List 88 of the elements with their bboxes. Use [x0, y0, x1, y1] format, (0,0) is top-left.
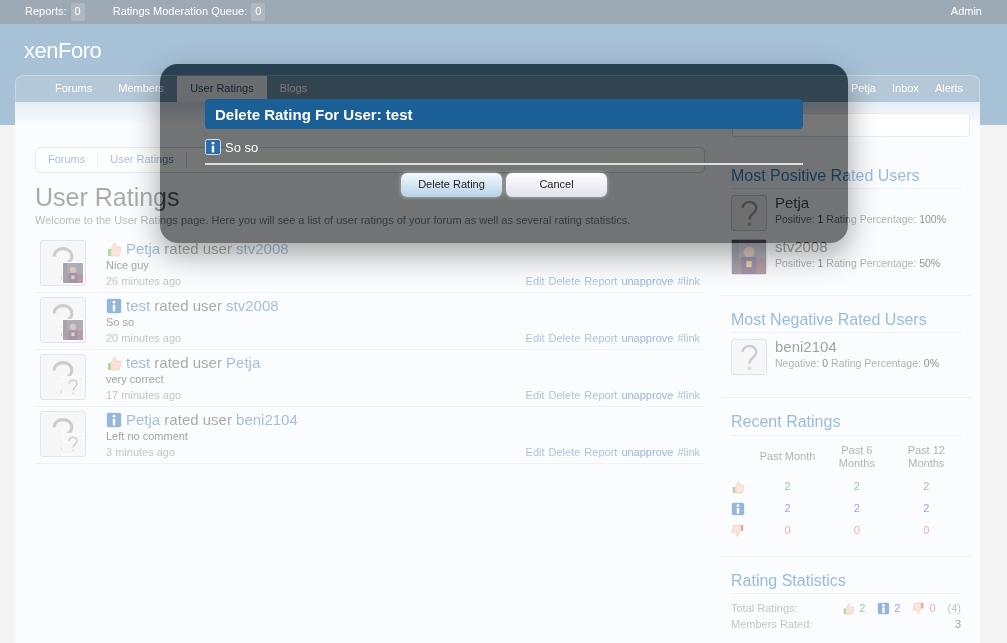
- reports-count: 0: [70, 3, 85, 21]
- moderation-queue-label[interactable]: Ratings Moderation Queue:: [112, 4, 248, 20]
- table-cell: 2: [923, 502, 930, 515]
- action-link[interactable]: unapprove: [621, 444, 674, 461]
- avatar[interactable]: [40, 297, 86, 344]
- avatar-placeholder-icon: [52, 302, 74, 338]
- user-link[interactable]: test: [126, 297, 151, 315]
- stat-value: (4): [947, 601, 961, 617]
- logo-text[interactable]: xenForo: [24, 38, 102, 63]
- nav-tab[interactable]: Blogs: [266, 76, 321, 102]
- action-link[interactable]: Delete: [548, 273, 581, 290]
- avatar[interactable]: [40, 240, 86, 287]
- table-cell: 0: [923, 524, 930, 537]
- user-link[interactable]: stv2008: [226, 297, 279, 315]
- table-cell: 0: [853, 524, 860, 537]
- dialog-title: Delete Rating For User: test: [205, 99, 803, 129]
- stat-value: 0: [929, 601, 936, 617]
- avatar[interactable]: [40, 411, 86, 458]
- user-stats: Positive: 1 Rating Percentage: 50%: [775, 255, 941, 271]
- table-cell: 2: [853, 502, 860, 515]
- section-title: Recent Ratings: [731, 412, 961, 436]
- avatar[interactable]: [40, 354, 86, 401]
- action-link[interactable]: unapprove: [621, 387, 674, 404]
- user-stats: Negative: 0 Rating Percentage: 0%: [775, 355, 940, 371]
- action-link[interactable]: Report: [584, 330, 618, 347]
- action-link[interactable]: Delete: [548, 444, 581, 461]
- user-link[interactable]: beni2104: [236, 411, 298, 429]
- column-header: Past 6 Months: [838, 443, 875, 469]
- rating-comment: Nice guy: [106, 258, 150, 274]
- rating-comment: very correct: [106, 372, 165, 388]
- rating-title: test rated user stv2008: [126, 297, 279, 316]
- rating-comment: Left no comment: [106, 429, 189, 445]
- action-link[interactable]: Edit: [525, 330, 545, 347]
- section-title: Rating Statistics: [731, 570, 961, 595]
- rating-title: test rated user Petja: [126, 354, 261, 373]
- cancel-button[interactable]: Cancel: [506, 173, 607, 197]
- section-title: Most Negative Rated Users: [731, 310, 961, 334]
- action-link[interactable]: #link: [677, 330, 700, 347]
- section-title: Most Positive Rated Users: [731, 166, 961, 190]
- dialog-message: So so: [225, 139, 259, 157]
- user-link[interactable]: stv2008: [236, 240, 289, 258]
- avatar-placeholder-icon: [52, 245, 74, 281]
- user-link[interactable]: Petja: [126, 411, 161, 429]
- column-header: Past 12 Months: [907, 443, 945, 469]
- nav-link[interactable]: Alerts: [926, 76, 971, 102]
- user-menu-link[interactable]: Admin: [950, 4, 982, 20]
- rating-title: Petja rated user stv2008: [126, 240, 289, 259]
- reports-label[interactable]: Reports:: [25, 4, 67, 20]
- user-link[interactable]: Petja: [226, 354, 261, 372]
- user-link[interactable]: test: [126, 354, 151, 372]
- action-link[interactable]: Delete: [548, 387, 581, 404]
- action-link[interactable]: unapprove: [621, 330, 674, 347]
- action-link[interactable]: Edit: [525, 273, 545, 290]
- action-link[interactable]: unapprove: [621, 273, 674, 290]
- action-link[interactable]: Edit: [525, 387, 545, 404]
- stat-label: Members Rated:: [731, 617, 813, 633]
- timestamp: 3 minutes ago: [106, 444, 176, 460]
- queue-count: 0: [251, 3, 266, 21]
- action-link[interactable]: #link: [677, 273, 700, 290]
- table-cell: 2: [784, 480, 791, 493]
- action-link[interactable]: Report: [584, 273, 618, 290]
- action-link[interactable]: Edit: [525, 444, 545, 461]
- stat-value: 3: [954, 617, 961, 633]
- action-link[interactable]: #link: [677, 444, 700, 461]
- action-link[interactable]: #link: [677, 387, 700, 404]
- breadcrumb-link[interactable]: Forums: [36, 152, 99, 168]
- user-name[interactable]: beni2104: [775, 339, 940, 356]
- column-header: Past Month: [759, 450, 816, 463]
- action-link[interactable]: Report: [584, 444, 618, 461]
- action-link[interactable]: Delete: [548, 330, 581, 347]
- nav-tab[interactable]: Forums: [42, 76, 106, 102]
- stat-value: 2: [859, 601, 866, 617]
- table-cell: 2: [784, 502, 791, 515]
- table-cell: 2: [853, 480, 860, 493]
- nav-link[interactable]: Inbox: [883, 76, 927, 102]
- action-link[interactable]: Report: [584, 387, 618, 404]
- rating-comment: So so: [106, 315, 136, 331]
- delete-button[interactable]: Delete Rating: [401, 173, 502, 197]
- table-cell: 0: [784, 524, 791, 537]
- stat-label: Total Ratings:: [731, 601, 798, 617]
- user-link[interactable]: Petja: [126, 240, 161, 258]
- nav-tab[interactable]: User Ratings: [177, 76, 267, 102]
- table-cell: 2: [923, 480, 930, 493]
- user-name[interactable]: stv2008: [775, 239, 941, 256]
- timestamp: 17 minutes ago: [106, 387, 182, 403]
- user-name[interactable]: Petja: [775, 195, 947, 212]
- stat-value: 2: [894, 601, 901, 617]
- rating-title: Petja rated user beni2104: [126, 411, 298, 430]
